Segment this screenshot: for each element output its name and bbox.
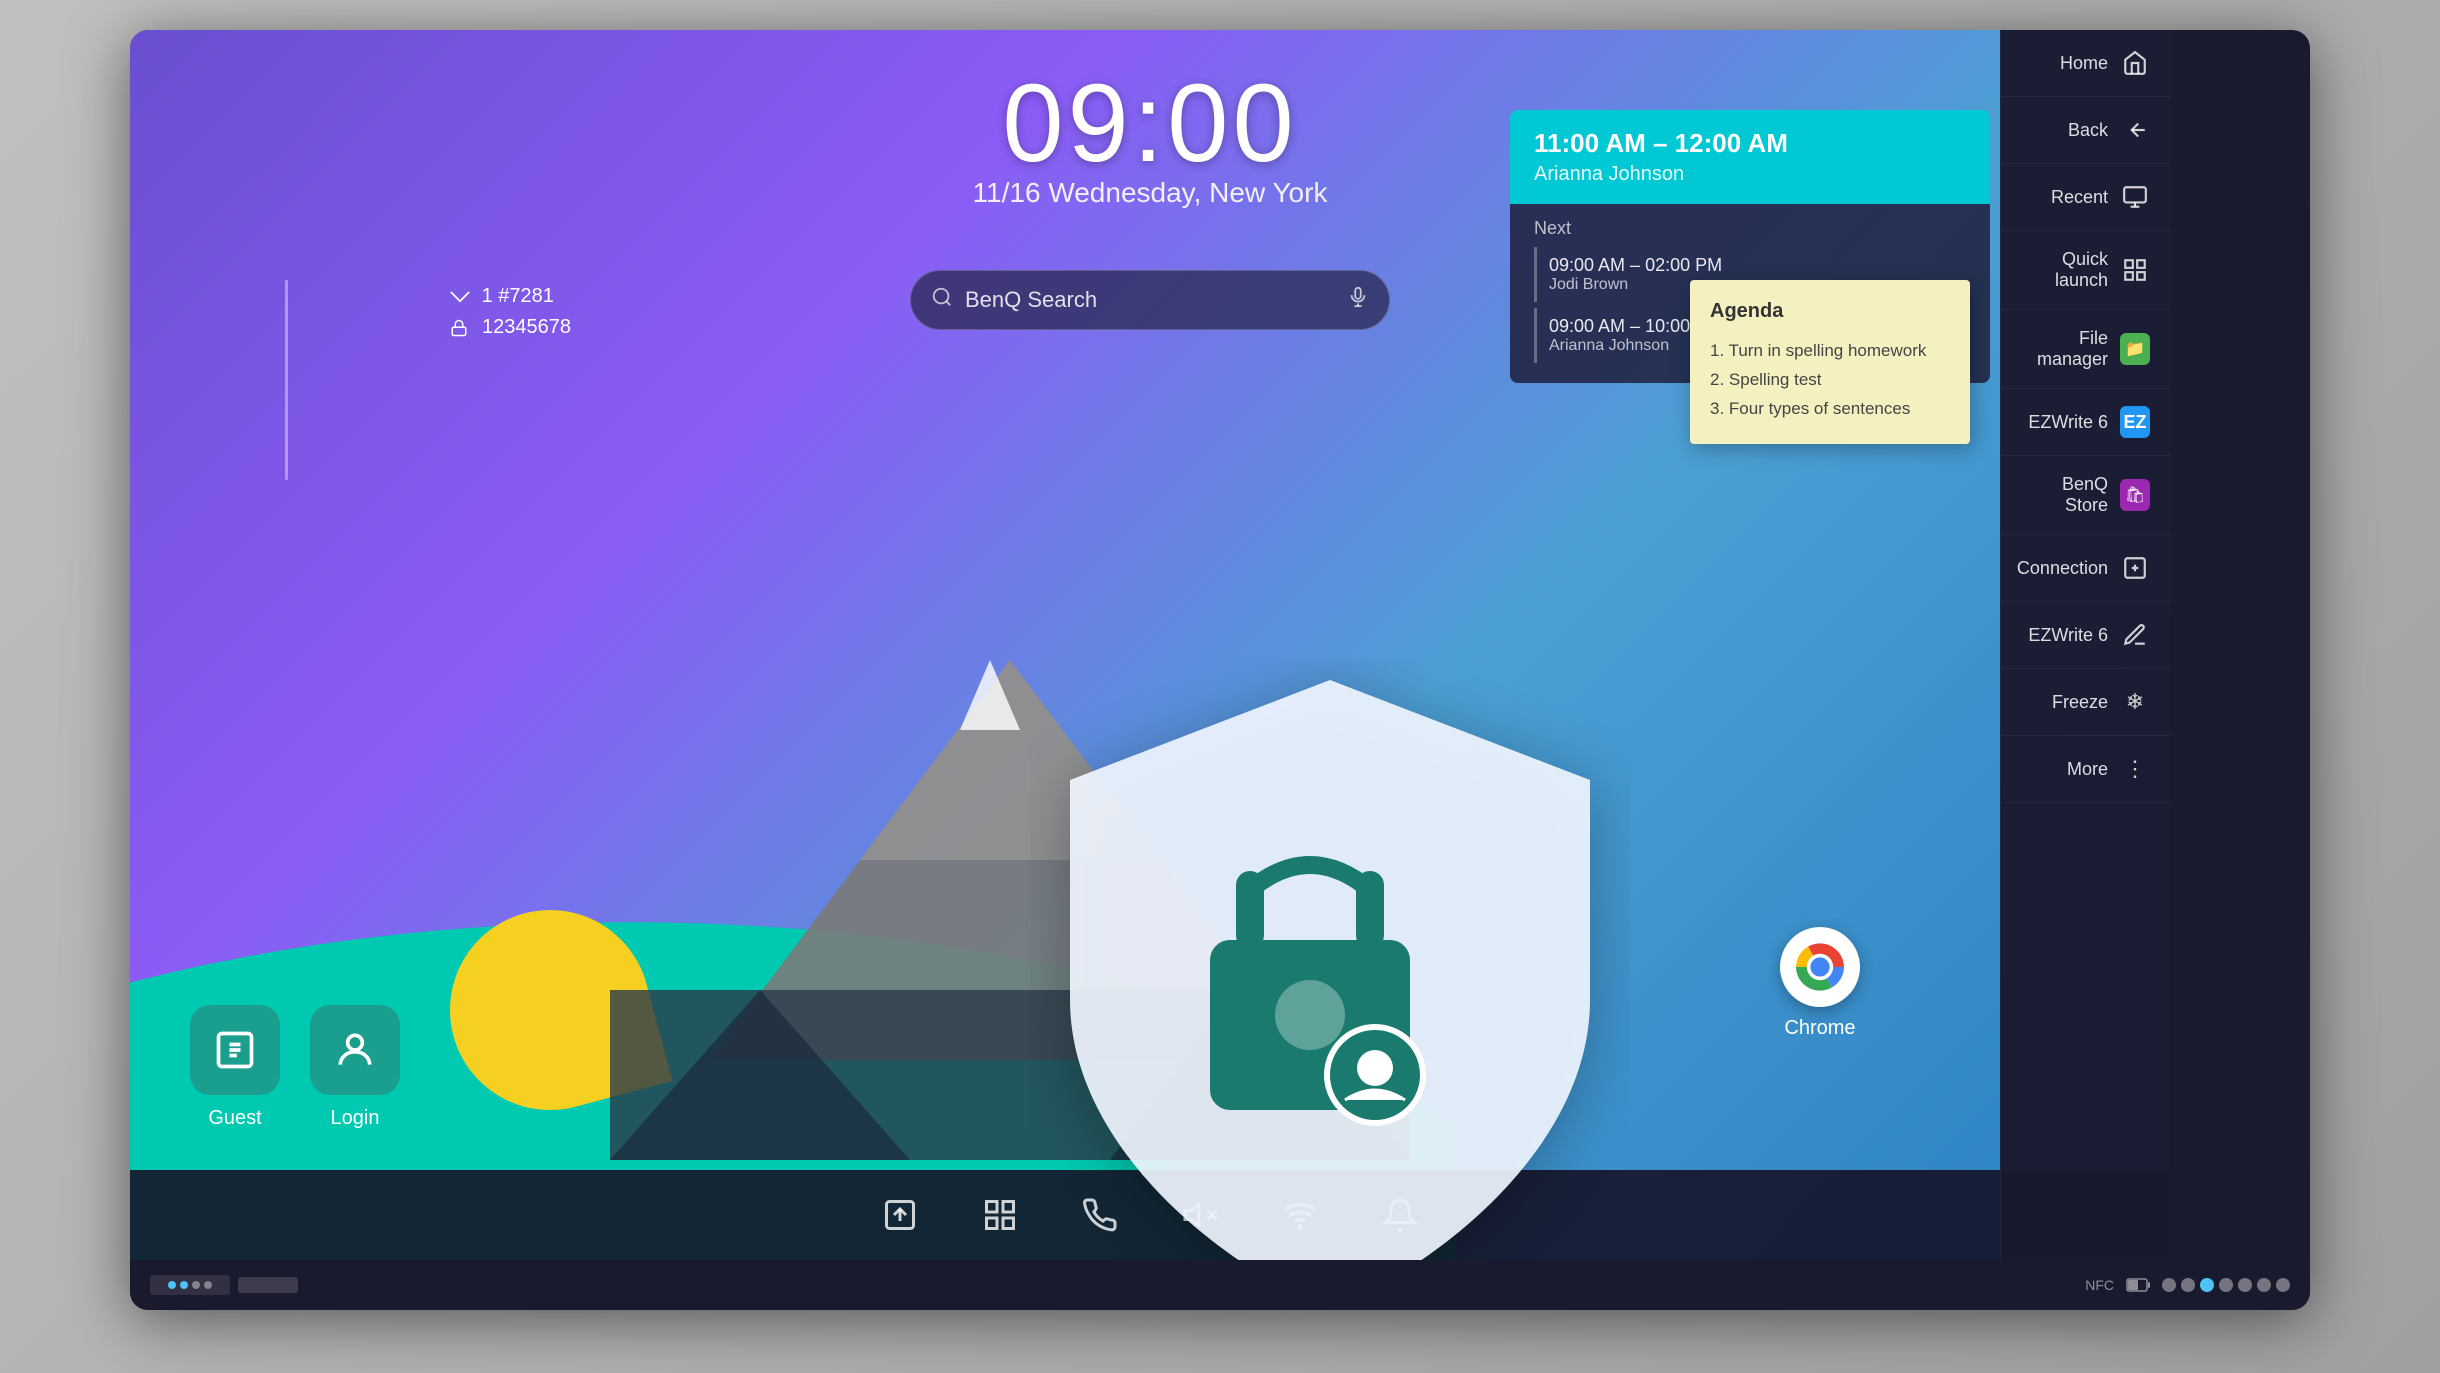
sidebar-freeze-label: Freeze [2021,692,2108,713]
mountain-background [130,584,2170,1261]
recent-icon [2120,182,2150,212]
ezwrite2-icon [2120,620,2150,650]
guest-icon[interactable] [190,1005,280,1095]
sidebar-item-more[interactable]: More ⋮ [2001,736,2170,803]
ezwrite-icon: EZ [2120,407,2150,437]
port-dot [204,1281,212,1289]
guest-label: Guest [208,1107,261,1130]
chrome-label: Chrome [1784,1017,1855,1040]
sidebar-quicklaunch-label: Quick launch [2021,249,2108,291]
login-button[interactable]: Login [310,1005,400,1130]
guest-button[interactable]: Guest [190,1005,280,1130]
page-dot [2181,1278,2195,1292]
filemanager-icon: 📁 [2120,334,2150,364]
login-icon[interactable] [310,1005,400,1095]
port-dot [168,1281,176,1289]
divider [285,280,288,480]
calendar-current-person: Arianna Johnson [1534,163,1966,186]
note-item-3: 3. Four types of sentences [1710,395,1950,424]
note-item-2: 2. Spelling test [1710,366,1950,395]
wifi-icon[interactable] [1275,1190,1325,1240]
port-indicator [150,1275,230,1295]
chrome-icon[interactable] [1780,927,1860,1007]
sidebar-item-freeze[interactable]: Freeze ❄ [2001,669,2170,736]
sidebar-item-ezwrite2[interactable]: EZWrite 6 [2001,602,2170,669]
chrome-svg [1790,937,1850,997]
nfc-indicator: NFC [2085,1277,2114,1293]
sidebar-more-label: More [2021,759,2108,780]
sidebar-item-home[interactable]: Home [2001,30,2170,97]
login-label: Login [331,1107,380,1130]
hardware-left [150,1275,298,1295]
more-icon: ⋮ [2120,754,2150,784]
call-icon[interactable] [1075,1190,1125,1240]
sidebar-item-filemanager[interactable]: File manager 📁 [2001,310,2170,389]
sidebar-recent-label: Recent [2021,187,2108,208]
freeze-icon: ❄ [2120,687,2150,717]
sidebar-connection-label: Connection [2017,558,2108,579]
page-dot [2162,1278,2176,1292]
calendar-next-label: Next [1534,218,1966,239]
sidebar-item-recent[interactable]: Recent [2001,164,2170,231]
port-dot [192,1281,200,1289]
home-icon [2120,48,2150,78]
network-info: 1 #7281 12345678 [450,285,571,339]
calendar-current-event: 11:00 AM – 12:00 AM Arianna Johnson [1510,110,1990,204]
bell-icon[interactable] [1375,1190,1425,1240]
benqstore-icon: 🛍 [2120,480,2150,510]
page-dot [2276,1278,2290,1292]
sidebar-item-ezwrite[interactable]: EZWrite 6 EZ [2001,389,2170,456]
sidebar-home-label: Home [2021,53,2108,74]
connection-icon [2120,553,2150,583]
sidebar-back-label: Back [2021,120,2108,141]
mute-icon[interactable] [1175,1190,1225,1240]
right-sidebar: Home Back [2000,30,2170,1260]
search-icon [931,286,953,314]
page-dot [2200,1278,2214,1292]
display-bezel: 09:00 11/16 Wednesday, New York BenQ Sea… [130,30,2310,1310]
search-bar[interactable]: BenQ Search [910,270,1390,330]
speaker-grille [238,1277,298,1293]
chrome-app[interactable]: Chrome [1780,927,1860,1040]
hardware-bar: NFC [130,1260,2310,1310]
back-icon [2120,115,2150,145]
page-dots [2162,1278,2290,1292]
upload-icon[interactable] [875,1190,925,1240]
quicklaunch-icon [2120,255,2150,285]
mic-icon[interactable] [1347,286,1369,314]
sidebar-benqstore-label: BenQ Store [2021,474,2108,516]
sidebar-filemanager-label: File manager [2021,328,2108,370]
network-password: 12345678 [450,316,571,339]
battery-icon [2126,1277,2150,1293]
page-dot [2238,1278,2252,1292]
sidebar-item-benqstore[interactable]: BenQ Store 🛍 [2001,456,2170,535]
sidebar-item-connection[interactable]: Connection [2001,535,2170,602]
taskbar [130,1170,2170,1260]
grid-icon[interactable] [975,1190,1025,1240]
user-buttons-area: Guest Login [190,1005,400,1130]
port-dot [180,1281,188,1289]
page-dot [2257,1278,2271,1292]
note-widget: Agenda 1. Turn in spelling homework 2. S… [1690,280,1970,444]
sidebar-ezwrite2-label: EZWrite 6 [2021,625,2108,646]
sidebar-item-quicklaunch[interactable]: Quick launch [2001,231,2170,310]
page-dot [2219,1278,2233,1292]
calendar-current-time: 11:00 AM – 12:00 AM [1534,128,1966,159]
screen: 09:00 11/16 Wednesday, New York BenQ Sea… [130,30,2170,1260]
mountain-svg [610,610,1410,1160]
note-title: Agenda [1710,300,1950,323]
hardware-right: NFC [2085,1277,2290,1293]
sidebar-ezwrite-label: EZWrite 6 [2021,412,2108,433]
network-ssid: 1 #7281 [450,285,571,308]
sidebar-item-back[interactable]: Back [2001,97,2170,164]
calendar-item-1-time: 09:00 AM – 02:00 PM [1549,255,1722,276]
search-text: BenQ Search [965,287,1335,313]
note-item-1: 1. Turn in spelling homework [1710,337,1950,366]
